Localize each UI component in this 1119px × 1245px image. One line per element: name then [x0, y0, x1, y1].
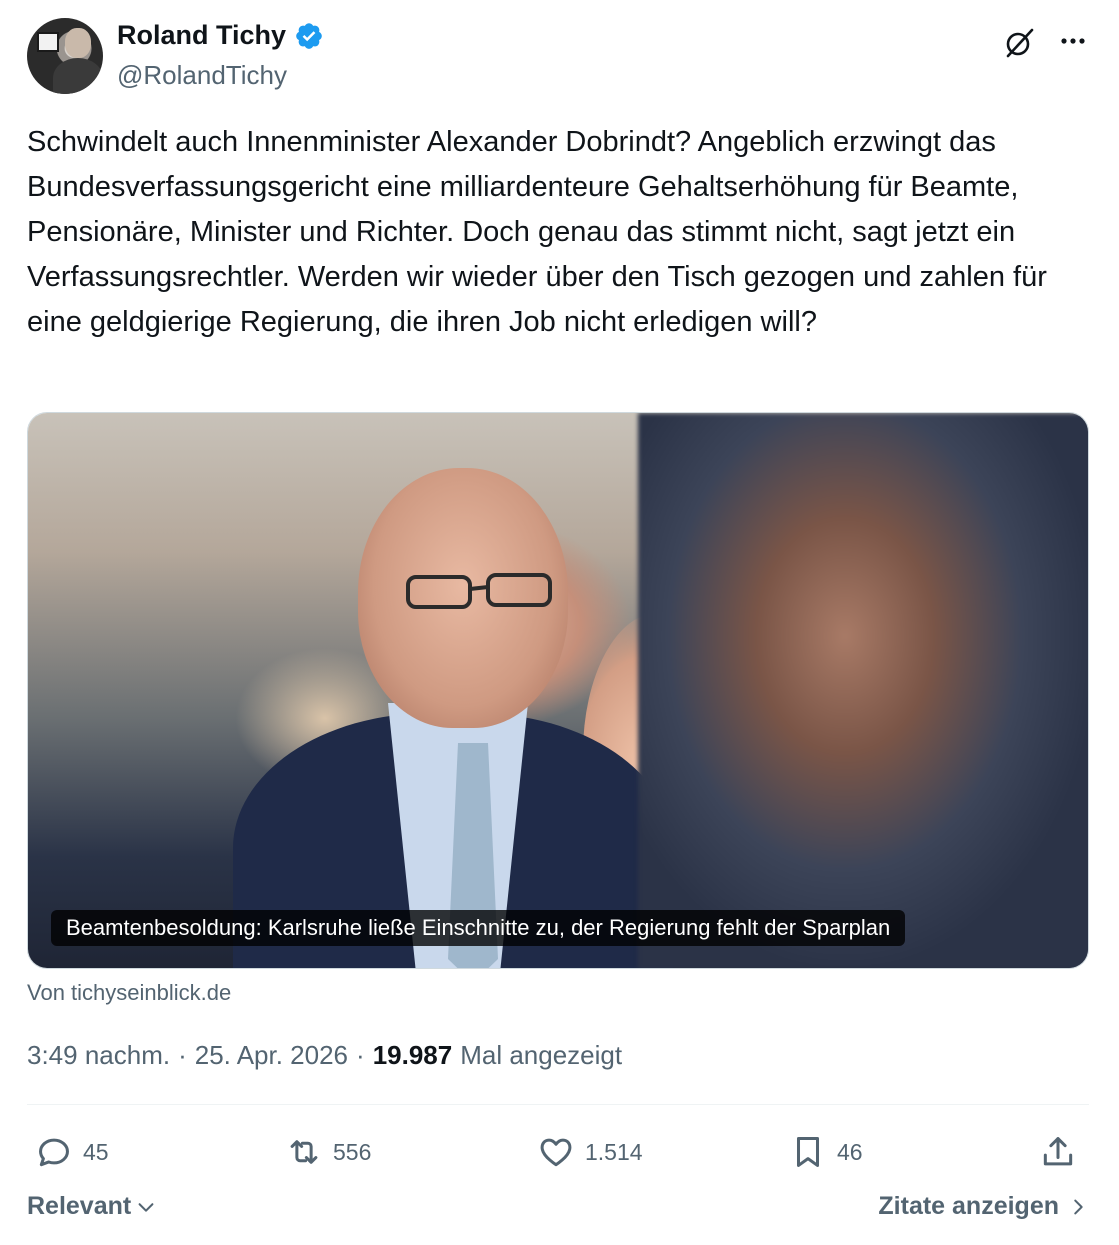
verified-badge-icon [296, 22, 322, 49]
repost-button[interactable]: 556 [285, 1124, 371, 1180]
views-label: Mal angezeigt [460, 1040, 623, 1070]
meta-separator: · [356, 1040, 365, 1070]
divider [27, 1104, 1089, 1105]
like-count: 1.514 [585, 1138, 643, 1165]
share-icon [1043, 1137, 1073, 1166]
author-name-row[interactable]: Roland Tichy [117, 20, 324, 51]
action-bar: 45 556 1.514 46 [27, 1124, 1092, 1180]
author-name[interactable]: Roland Tichy [117, 20, 286, 51]
like-icon [540, 1138, 572, 1167]
author-handle[interactable]: @RolandTichy [117, 60, 287, 91]
link-card[interactable]: Beamtenbesoldung: Karlsruhe ließe Einsch… [27, 412, 1089, 969]
grok-icon[interactable] [1002, 26, 1036, 60]
repost-icon [290, 1140, 318, 1164]
sort-dropdown[interactable]: Relevant [27, 1192, 157, 1221]
views-count: 19.987 [372, 1040, 453, 1070]
sort-label: Relevant [27, 1192, 132, 1220]
card-image [28, 413, 1088, 968]
reply-count: 45 [83, 1138, 109, 1165]
meta-separator: · [178, 1040, 187, 1070]
bookmark-button[interactable]: 46 [789, 1124, 863, 1180]
tweet-header: Roland Tichy @RolandTichy [27, 18, 1092, 96]
card-source[interactable]: Von tichyseinblick.de [27, 980, 231, 1006]
reply-icon [39, 1138, 69, 1167]
avatar[interactable] [27, 18, 103, 94]
share-button[interactable] [1039, 1124, 1077, 1180]
chevron-down-icon [138, 1202, 154, 1212]
tweet-text: Schwindelt auch Innenminister Alexander … [27, 126, 1047, 338]
like-button[interactable]: 1.514 [537, 1124, 643, 1180]
view-quotes-link[interactable]: Zitate anzeigen [878, 1192, 1089, 1221]
chevron-right-icon [1074, 1199, 1083, 1214]
bookmark-icon [796, 1137, 820, 1167]
more-icon[interactable] [1058, 26, 1088, 56]
quotes-label: Zitate anzeigen [878, 1192, 1059, 1220]
bookmark-count: 46 [837, 1138, 863, 1165]
tweet-time[interactable]: 3:49 nachm. [27, 1040, 170, 1071]
repost-count: 556 [333, 1138, 372, 1165]
tweet-date[interactable]: 25. Apr. 2026 [195, 1040, 348, 1071]
tweet-meta: 3:49 nachm. · 25. Apr. 2026 · 19.987 Mal… [27, 1040, 622, 1071]
reply-button[interactable]: 45 [35, 1124, 109, 1180]
card-caption: Beamtenbesoldung: Karlsruhe ließe Einsch… [51, 910, 906, 946]
